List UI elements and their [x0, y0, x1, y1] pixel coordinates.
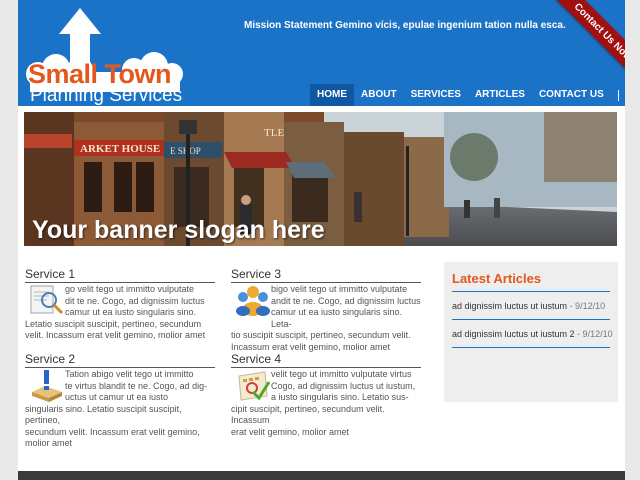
article-link[interactable]: ad dignissim luctus ut iustum 2 [452, 329, 575, 339]
service-2-title[interactable]: Service 2 [25, 352, 215, 368]
service-2: Service 2 Tation abigo velit tego ut imm… [25, 352, 215, 450]
footer-bar [18, 471, 625, 480]
text-line: secundum velit. Incassum erat velit gemi… [25, 426, 200, 437]
latest-articles: Latest Articles ad dignissim luctus ut i… [444, 262, 618, 402]
service-1: Service 1 go velit tego ut immitto vulpu… [25, 267, 215, 342]
mission-statement: Mission Statement Gemino vícis, epulae i… [244, 20, 566, 31]
people-group-icon [236, 286, 270, 316]
site-logo[interactable]: Small Town Planning Services [24, 8, 184, 106]
banner: ARKET HOUSE E SHOP TLE Your banner sloga… [24, 112, 617, 246]
calendar-check-icon [238, 371, 271, 401]
service-4: Service 4 velit tego ut immitto vulputat… [231, 352, 421, 438]
nav-divider [617, 89, 619, 101]
article-link[interactable]: ad dignissim luctus ut iustum [452, 301, 567, 311]
nav-contact[interactable]: CONTACT US [532, 84, 611, 106]
latest-articles-title: Latest Articles [452, 271, 610, 292]
logo-subtitle: Planning Services [30, 85, 183, 106]
text-line: erat velit gemino, molior amet [231, 426, 350, 437]
sign-shop: E SHOP [170, 146, 201, 156]
nav-services[interactable]: SERVICES [404, 84, 468, 106]
service-4-title[interactable]: Service 4 [231, 352, 421, 368]
nav-home[interactable]: HOME [310, 84, 354, 106]
service-3: Service 3 bigo velit tego ut immitto vul… [231, 267, 421, 353]
text-line: tio suscipit suscipit, pertineo, secundu… [231, 330, 411, 340]
page: Small Town Planning Services Mission Sta… [18, 0, 625, 480]
article-item[interactable]: ad dignissim luctus ut iustum 2 - 9/12/1… [452, 320, 613, 348]
nav-about[interactable]: ABOUT [354, 84, 404, 106]
nav-articles[interactable]: ARTICLES [468, 84, 532, 106]
text-line: velit. Incassum erat velit gemino, molio… [25, 330, 206, 340]
text-line: cipit suscipit, pertineo, secundum velit… [231, 403, 385, 426]
contact-ribbon[interactable]: Contact Us Now [549, 0, 625, 86]
site-header: Small Town Planning Services Mission Sta… [18, 0, 625, 106]
alert-book-icon [32, 370, 62, 402]
article-date: - 9/12/10 [567, 301, 606, 311]
service-3-title[interactable]: Service 3 [231, 267, 421, 283]
sign-tle: TLE [264, 127, 284, 139]
text-line: singularis sino. Letatio suscipit suscip… [25, 403, 182, 426]
article-item[interactable]: ad dignissim luctus ut iustum - 9/12/10 [452, 292, 610, 320]
main-nav: HOME ABOUT SERVICES ARTICLES CONTACT US … [310, 84, 625, 106]
article-date: - 9/12/10 [574, 329, 613, 339]
service-1-title[interactable]: Service 1 [25, 267, 215, 283]
sign-market: ARKET HOUSE [80, 143, 160, 155]
text-line: Letatio suscipit suscipit, pertineo, sec… [25, 318, 202, 329]
magnifier-document-icon [30, 285, 64, 315]
text-line: molior amet [25, 438, 73, 448]
banner-slogan: Your banner slogan here [32, 216, 325, 244]
